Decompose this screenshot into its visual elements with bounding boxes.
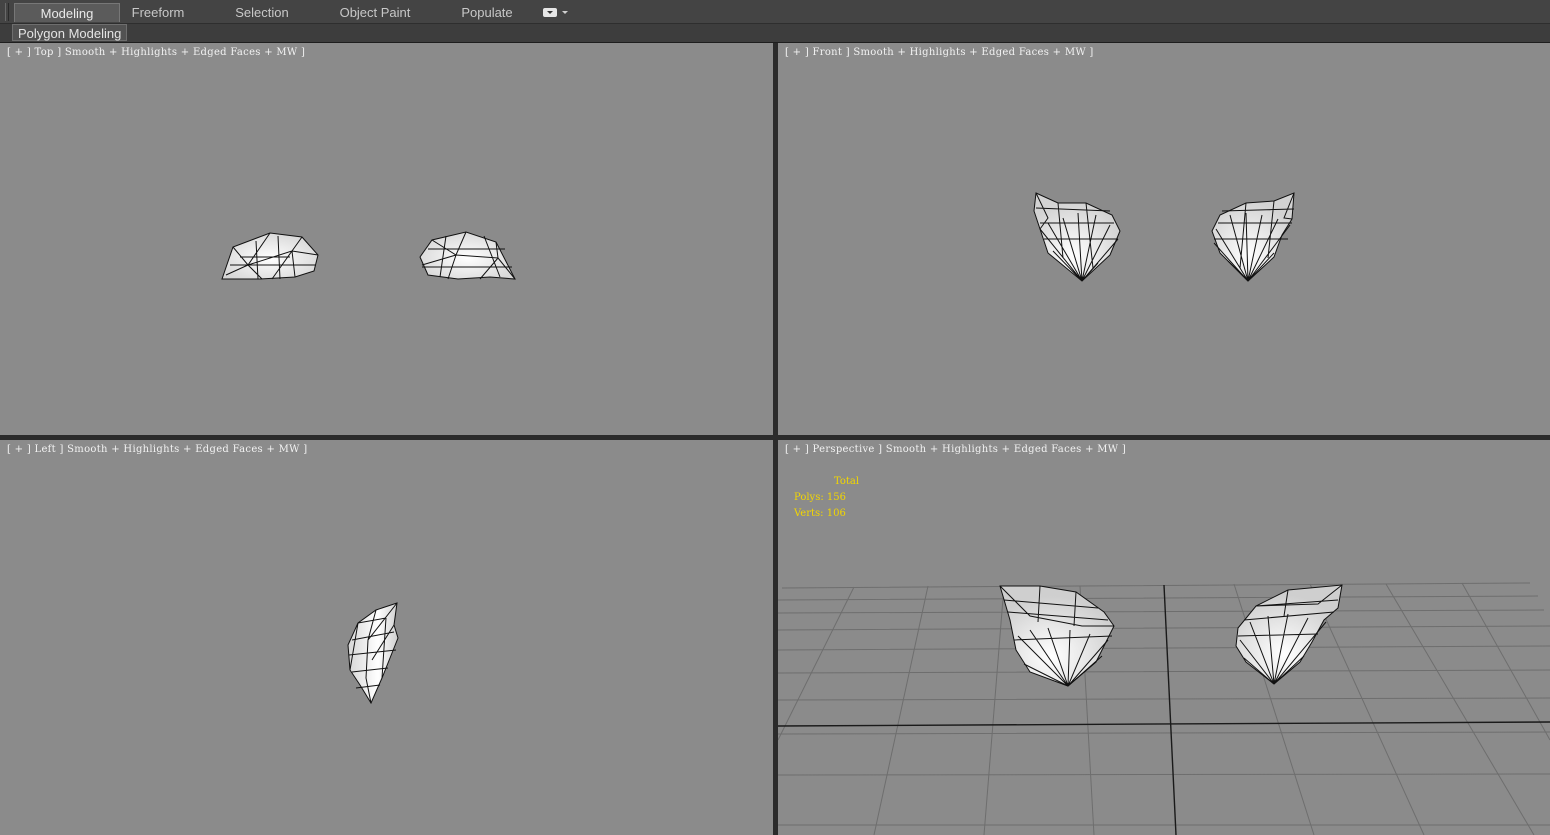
stats-header: Total [834,476,860,487]
mesh-object-left [1033,192,1121,282]
stats-polys-value: 156 [826,492,846,503]
grid-axis-lines [778,584,1550,835]
viewport-area: [ + ] Top ] Smooth + Highlights + Edged … [0,43,1550,835]
stats-verts-label: Verts: [794,508,824,519]
viewport-top[interactable]: [ + ] Top ] Smooth + Highlights + Edged … [0,43,773,435]
viewport-front-label[interactable]: [ + ] Front ] Smooth + Highlights + Edge… [785,47,1094,58]
top-view-canvas [221,231,516,280]
mesh-object-side [347,602,399,705]
stats-verts-row: Verts: 106 [794,506,859,522]
ribbon-panel: Polygon Modeling [0,24,1550,43]
tab-modeling[interactable]: Modeling [14,3,120,22]
stats-polys-row: Polys: 156 [794,490,859,506]
viewport-top-label[interactable]: [ + ] Top ] Smooth + Highlights + Edged … [7,47,305,58]
dropdown-box [543,8,557,17]
chevron-down-icon [562,11,568,14]
stats-polys-label: Polys: [794,492,824,503]
viewport-left[interactable]: [ + ] Left ] Smooth + Highlights + Edged… [0,440,773,835]
mesh-object-right [419,231,516,280]
stats-verts-value: 106 [826,508,846,519]
tab-selection[interactable]: Selection [224,3,300,22]
mesh-object-right [1211,192,1295,282]
mesh-object-left [999,585,1115,687]
polygon-modeling-panel-button[interactable]: Polygon Modeling [12,24,128,41]
mesh-object-right [1235,584,1343,685]
perspective-view-canvas [778,582,1550,835]
viewport-perspective-label[interactable]: [ + ] Perspective ] Smooth + Highlights … [785,444,1126,455]
dropdown-menu-icon[interactable] [543,6,569,19]
ribbon-grip[interactable] [5,3,9,21]
statistics-overlay: Total Polys: 156 Verts: 106 [794,474,859,522]
mesh-object-left [221,232,319,280]
tab-object-paint[interactable]: Object Paint [333,3,417,22]
viewport-perspective[interactable]: [ + ] Perspective ] Smooth + Highlights … [778,440,1550,835]
ribbon-tab-bar: Modeling Freeform Selection Object Paint… [0,0,1550,24]
front-view-canvas [1033,192,1295,282]
tab-freeform[interactable]: Freeform [122,3,194,22]
left-view-canvas [347,602,399,705]
viewport-front[interactable]: [ + ] Front ] Smooth + Highlights + Edge… [778,43,1550,435]
viewport-left-label[interactable]: [ + ] Left ] Smooth + Highlights + Edged… [7,444,307,455]
tab-populate[interactable]: Populate [450,3,524,22]
ground-grid [778,582,1550,835]
